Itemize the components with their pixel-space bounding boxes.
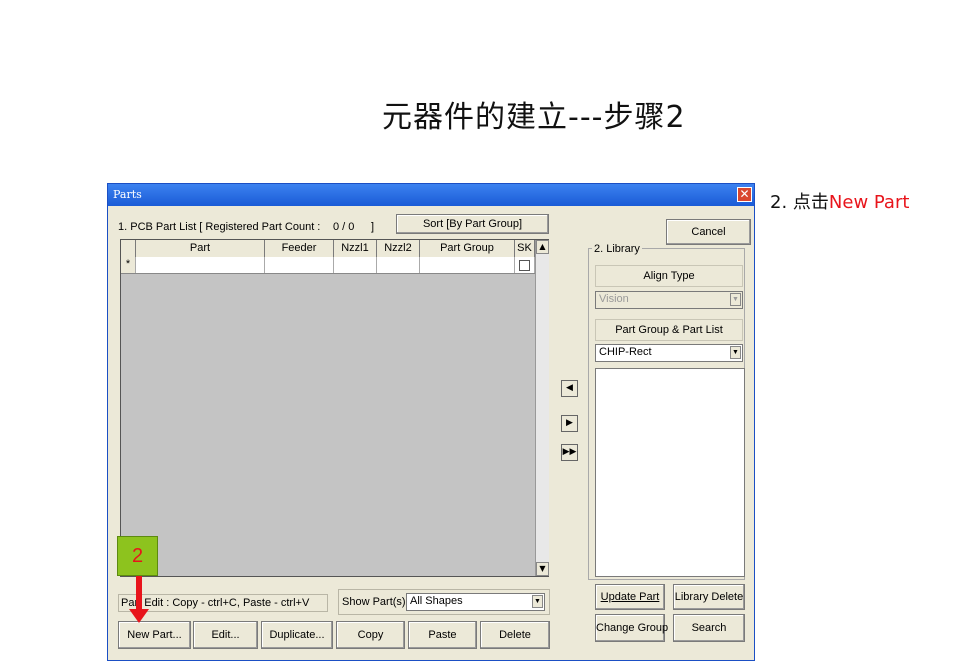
cell-sk[interactable] [515,257,535,273]
move-left-icon[interactable]: ◀ [561,380,578,397]
move-right-icon[interactable]: ▶ [561,415,578,432]
window-title: Parts [113,188,142,201]
cell-part[interactable] [136,257,265,273]
new-part-button[interactable]: New Part... [118,621,191,649]
cell-part-group[interactable] [420,257,515,273]
table-row[interactable]: * [121,257,535,274]
column-sk[interactable]: SK [515,240,535,257]
part-group-value: CHIP-Rect [599,346,652,358]
grid-header: Part Feeder Nzzl1 Nzzl2 Part Group SK [121,240,535,258]
grid-header-corner [121,240,136,257]
new-row-marker: * [121,257,136,273]
dropdown-arrow-icon[interactable]: ▼ [730,293,741,306]
part-group-label: Part Group & Part List [595,319,743,341]
sort-button[interactable]: Sort [By Part Group] [396,214,549,234]
step-note: 2. 点击New Part [770,188,909,214]
column-part-group[interactable]: Part Group [420,240,515,257]
step-note-highlight: New Part [828,192,910,213]
copy-button[interactable]: Copy [336,621,405,649]
delete-button[interactable]: Delete [480,621,550,649]
search-button[interactable]: Search [673,614,745,642]
update-part-button[interactable]: Update Part [595,584,665,610]
dropdown-arrow-icon[interactable]: ▼ [730,346,741,359]
parts-window: Parts ✕ 1. PCB Part List [ Registered Pa… [107,183,755,661]
part-count-bracket: ] [371,221,375,233]
part-list-label: 1. PCB Part List [ Registered Part Count… [118,221,321,233]
close-icon[interactable]: ✕ [737,187,752,202]
show-parts-select[interactable]: All Shapes ▼ [406,593,545,611]
scroll-up-icon[interactable]: ▲ [536,240,549,254]
column-nzzl1[interactable]: Nzzl1 [334,240,377,257]
edit-hint: Part Edit : Copy - ctrl+C, Paste - ctrl+… [118,594,328,612]
red-arrow-head-icon [129,609,149,623]
column-feeder[interactable]: Feeder [265,240,334,257]
show-parts-value: All Shapes [410,595,463,607]
duplicate-button[interactable]: Duplicate... [261,621,333,649]
slide-title: 元器件的建立---步骤2 [382,100,686,135]
part-list-grid[interactable]: Part Feeder Nzzl1 Nzzl2 Part Group SK * … [120,239,549,577]
library-part-list[interactable] [595,368,745,577]
show-parts-label: Show Part(s) [342,596,406,608]
align-type-select[interactable]: Vision ▼ [595,291,743,309]
align-type-value: Vision [599,293,629,305]
step-badge: 2 [117,536,158,576]
cell-nzzl1[interactable] [334,257,377,273]
paste-button[interactable]: Paste [408,621,477,649]
sk-checkbox[interactable] [519,260,530,271]
dropdown-arrow-icon[interactable]: ▼ [532,595,543,608]
change-group-button[interactable]: Change Group [595,614,668,642]
move-all-right-icon[interactable]: ▶▶ [561,444,578,461]
library-delete-button[interactable]: Library Delete [673,584,745,610]
show-parts-group: Show Part(s) All Shapes ▼ [338,589,550,615]
cell-feeder[interactable] [265,257,334,273]
scroll-down-icon[interactable]: ▼ [536,562,549,576]
window-titlebar[interactable]: Parts [108,184,754,206]
cell-nzzl2[interactable] [377,257,420,273]
edit-button[interactable]: Edit... [193,621,258,649]
part-count-value: 0 / 0 [333,221,355,233]
column-nzzl2[interactable]: Nzzl2 [377,240,420,257]
align-type-label: Align Type [595,265,743,287]
step-note-prefix: 2. 点击 [770,192,829,213]
part-group-select[interactable]: CHIP-Rect ▼ [595,344,743,362]
grid-scrollbar[interactable]: ▲ ▼ [535,240,549,576]
library-group-label: 2. Library [592,243,642,255]
red-arrow-down-icon [136,576,142,612]
column-part[interactable]: Part [136,240,265,257]
cancel-button[interactable]: Cancel [666,219,751,245]
